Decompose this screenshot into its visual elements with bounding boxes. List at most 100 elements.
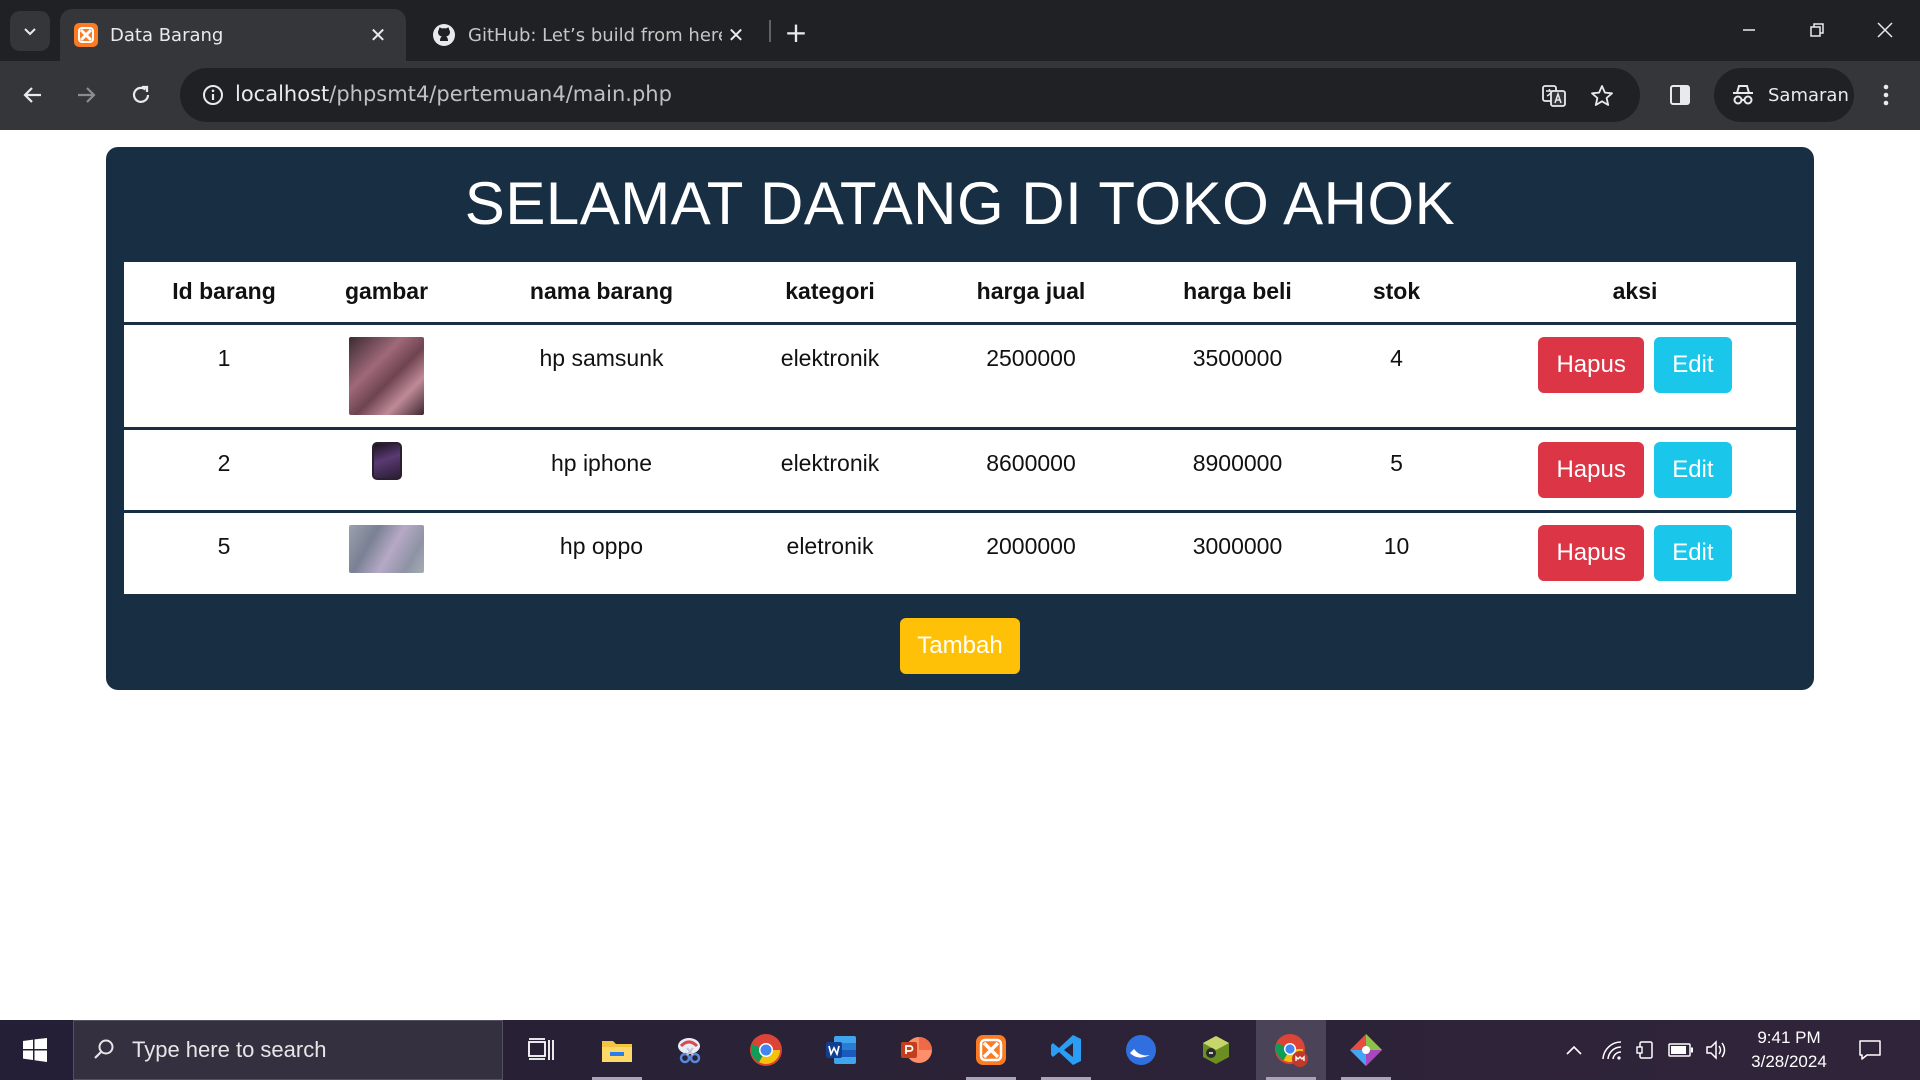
- search-icon: [94, 1039, 114, 1059]
- column-header-image: gambar: [324, 262, 449, 325]
- close-tab-icon[interactable]: ✕: [722, 21, 750, 49]
- tab-github[interactable]: GitHub: Let’s build from here · G ✕: [418, 9, 764, 61]
- cell-image: [324, 511, 449, 594]
- cell-buy-price: 3500000: [1156, 323, 1319, 430]
- cell-sell-price: 8600000: [906, 428, 1156, 513]
- cell-buy-price: 8900000: [1156, 428, 1319, 513]
- column-header-buy-price: harga beli: [1156, 262, 1319, 325]
- url-path: /phpsmt4/pertemuan4/main.php: [329, 82, 672, 106]
- word-button[interactable]: [806, 1020, 876, 1080]
- reload-button[interactable]: [121, 75, 161, 115]
- new-tab-button[interactable]: +: [776, 12, 816, 52]
- powerpoint-icon: [901, 1037, 932, 1063]
- profile-label: Samaran: [1768, 84, 1849, 106]
- items-table: Id barang gambar nama barang kategori ha…: [124, 262, 1796, 594]
- side-panel-button[interactable]: [1660, 75, 1700, 115]
- kebab-menu-icon: [1883, 84, 1889, 106]
- clock-time: 9:41 PM: [1757, 1028, 1821, 1047]
- column-header-actions: aksi: [1474, 262, 1796, 325]
- delete-button[interactable]: Hapus: [1538, 336, 1644, 393]
- cell-id: 1: [124, 323, 324, 430]
- cell-stock: 4: [1319, 323, 1474, 430]
- browser-app-button[interactable]: [1106, 1020, 1176, 1080]
- browser-menu-button[interactable]: [1866, 75, 1906, 115]
- arrow-right-icon: [78, 87, 96, 103]
- bookmark-star-icon[interactable]: [1586, 80, 1618, 112]
- chrome-button[interactable]: [731, 1020, 801, 1080]
- chevron-up-icon: [1566, 1045, 1582, 1055]
- url-host: localhost: [235, 82, 330, 106]
- cube-app-button[interactable]: [1181, 1020, 1251, 1080]
- restore-button[interactable]: [1783, 0, 1851, 60]
- tab-search-button[interactable]: [10, 11, 50, 51]
- wifi-icon: [1602, 1041, 1622, 1060]
- site-info-icon[interactable]: [194, 76, 232, 114]
- globe-app-icon: [1126, 1035, 1156, 1065]
- browser-toolbar: localhost/phpsmt4/pertemuan4/main.php Sa…: [0, 61, 1920, 130]
- file-explorer-button[interactable]: [582, 1020, 652, 1080]
- cell-name: hp oppo: [559, 532, 644, 559]
- device-icon: [1636, 1041, 1653, 1059]
- snipping-tool-button[interactable]: [656, 1020, 726, 1080]
- xampp-icon: [976, 1035, 1006, 1065]
- iphone-thumbnail: [371, 441, 402, 480]
- chrome-icon: [750, 1034, 782, 1066]
- edit-button[interactable]: Edit: [1654, 524, 1732, 581]
- battery-button[interactable]: [1664, 1020, 1698, 1080]
- snipping-tool-icon: [678, 1038, 701, 1064]
- edit-button[interactable]: Edit: [1654, 441, 1732, 498]
- xampp-button[interactable]: [956, 1020, 1026, 1080]
- show-hidden-icons-button[interactable]: [1558, 1020, 1590, 1080]
- close-tab-icon[interactable]: ✕: [364, 21, 392, 49]
- meet-now-button[interactable]: [1630, 1020, 1662, 1080]
- table-row: 5 hp oppo eletronik 2000000 3000000 10 H…: [124, 511, 1796, 594]
- notifications-button[interactable]: [1852, 1020, 1888, 1080]
- cell-name: hp samsunk: [449, 323, 754, 430]
- samsung-phone-thumbnail: [349, 336, 424, 415]
- taskbar-search-box[interactable]: Type here to search: [73, 1020, 503, 1080]
- delete-button[interactable]: Hapus: [1538, 441, 1644, 498]
- tab-title: GitHub: Let’s build from here · G: [468, 24, 722, 46]
- cell-actions: Hapus Edit: [1474, 428, 1796, 513]
- taskbar-clock[interactable]: 9:41 PM 3/28/2024: [1734, 1026, 1844, 1074]
- browser-tab-strip: Data Barang ✕ GitHub: Let’s build from h…: [0, 0, 1920, 61]
- table-header-row: Id barang gambar nama barang kategori ha…: [124, 262, 1796, 325]
- cell-image: [324, 323, 449, 430]
- incognito-profile-button[interactable]: Samaran: [1714, 68, 1854, 122]
- close-window-button[interactable]: [1851, 0, 1919, 60]
- notification-icon: [1859, 1040, 1881, 1060]
- forward-button[interactable]: [66, 75, 106, 115]
- edit-button[interactable]: Edit: [1654, 336, 1732, 393]
- task-view-icon: [528, 1038, 554, 1060]
- oppo-phone-thumbnail: [349, 524, 424, 573]
- tab-title: Data Barang: [110, 24, 224, 46]
- column-header-name: nama barang: [449, 262, 754, 325]
- items-table-container: Id barang gambar nama barang kategori ha…: [124, 262, 1796, 594]
- network-button[interactable]: [1596, 1020, 1628, 1080]
- chrome-incognito-button[interactable]: [1256, 1020, 1326, 1080]
- task-view-button[interactable]: [506, 1020, 576, 1080]
- back-button[interactable]: [13, 75, 53, 115]
- column-header-stock: stok: [1319, 262, 1474, 325]
- translate-icon[interactable]: [1538, 80, 1570, 112]
- address-bar[interactable]: localhost/phpsmt4/pertemuan4/main.php: [180, 68, 1640, 122]
- delete-button[interactable]: Hapus: [1538, 524, 1644, 581]
- add-button[interactable]: Tambah: [900, 618, 1020, 674]
- vscode-button[interactable]: [1031, 1020, 1101, 1080]
- cell-sell-price: 2000000: [986, 532, 1076, 559]
- powerpoint-button[interactable]: [881, 1020, 951, 1080]
- page-title: SELAMAT DATANG DI TOKO AHOK: [464, 170, 1456, 237]
- restore-icon: [1810, 23, 1824, 37]
- cube-app-icon: [1203, 1036, 1229, 1064]
- git-app-button[interactable]: [1331, 1020, 1401, 1080]
- cell-id: 2: [124, 428, 324, 513]
- tab-data-barang[interactable]: Data Barang ✕: [60, 9, 406, 61]
- tab-separator: [769, 20, 771, 42]
- cell-sell-price: 2500000: [906, 323, 1156, 430]
- volume-button[interactable]: [1700, 1020, 1734, 1080]
- start-button[interactable]: [0, 1020, 70, 1080]
- minimize-button[interactable]: [1715, 0, 1783, 60]
- cell-name: hp iphone: [449, 428, 754, 513]
- column-header-sell-price: harga jual: [906, 262, 1156, 325]
- column-header-id: Id barang: [124, 262, 324, 325]
